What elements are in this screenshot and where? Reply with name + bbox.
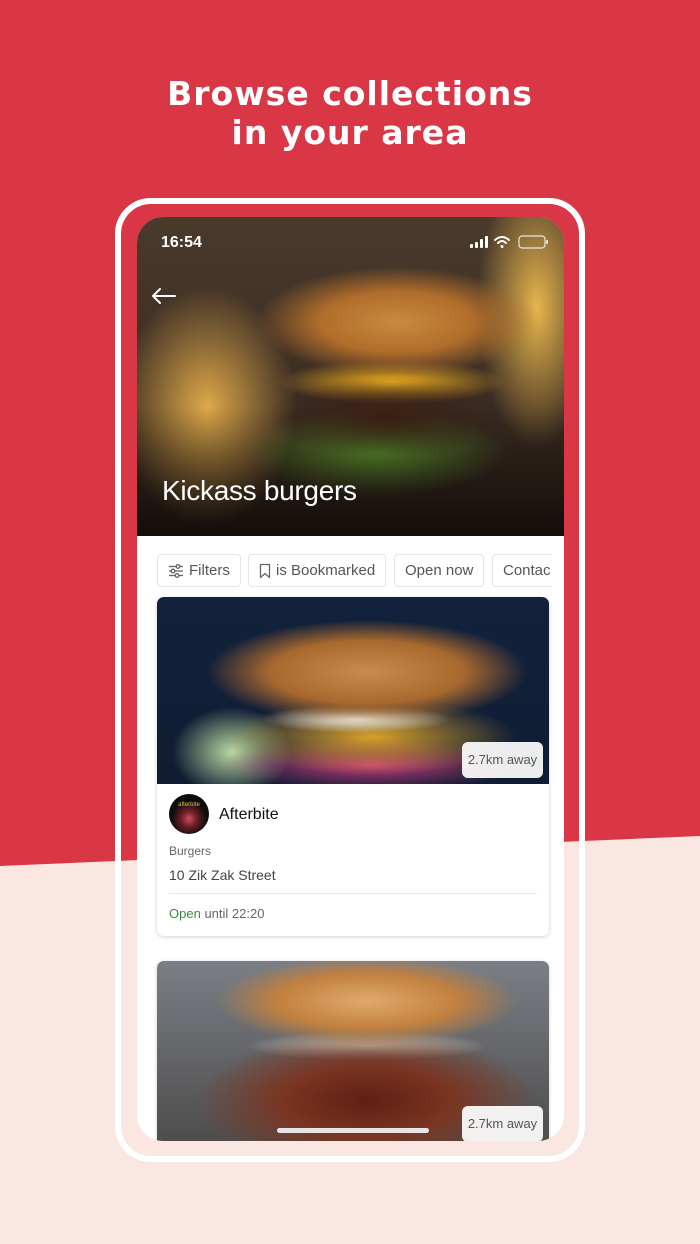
home-indicator[interactable] bbox=[277, 1128, 429, 1133]
opening-hours: Open until 22:20 bbox=[169, 906, 264, 921]
collection-title: Kickass burgers bbox=[162, 475, 357, 506]
filters-chip[interactable]: Filters bbox=[157, 554, 241, 587]
distance-badge: 2.7km away bbox=[462, 742, 543, 778]
restaurant-logo-text: afterbite bbox=[178, 802, 200, 808]
headline-line-1: Browse collections bbox=[167, 74, 533, 113]
restaurant-logo: afterbite bbox=[169, 794, 209, 834]
distance-badge: 2.7km away bbox=[462, 1106, 543, 1141]
restaurant-name: Afterbite bbox=[219, 806, 279, 823]
bookmarked-chip-label: is Bookmarked bbox=[276, 562, 376, 579]
status-bar: 16:54 bbox=[137, 217, 564, 265]
back-button[interactable] bbox=[149, 285, 179, 307]
open-until: until 22:20 bbox=[204, 906, 265, 921]
open-status: Open bbox=[169, 906, 201, 921]
bookmarked-chip[interactable]: is Bookmarked bbox=[248, 554, 387, 587]
phone-screen: 16:54 Kickass burgers Filters is Bookmar… bbox=[137, 217, 564, 1141]
status-time: 16:54 bbox=[161, 234, 202, 251]
status-icons bbox=[470, 235, 548, 249]
restaurant-cuisine: Burgers bbox=[169, 844, 212, 858]
cellular-signal-icon bbox=[470, 236, 488, 248]
bookmark-icon bbox=[259, 563, 271, 578]
restaurant-card[interactable]: 2.7km away bbox=[157, 961, 549, 1141]
card-divider bbox=[169, 893, 537, 894]
sliders-icon bbox=[169, 563, 183, 578]
restaurant-address: 10 Zik Zak Street bbox=[169, 867, 276, 883]
battery-icon bbox=[518, 235, 548, 249]
arrow-left-icon bbox=[152, 288, 176, 304]
open-now-chip-label: Open now bbox=[405, 562, 474, 579]
open-now-chip[interactable]: Open now bbox=[394, 554, 485, 587]
contact-chip[interactable]: Contac bbox=[492, 554, 552, 587]
headline: Browse collections in your area bbox=[0, 74, 700, 152]
headline-line-2: in your area bbox=[231, 113, 469, 152]
wifi-icon bbox=[494, 236, 510, 248]
filter-chip-bar: Filters is Bookmarked Open now Contac bbox=[157, 554, 552, 588]
contact-chip-label: Contac bbox=[503, 562, 551, 579]
filters-chip-label: Filters bbox=[189, 562, 230, 579]
restaurant-card[interactable]: 2.7km away afterbite Afterbite Burgers 1… bbox=[157, 597, 549, 936]
